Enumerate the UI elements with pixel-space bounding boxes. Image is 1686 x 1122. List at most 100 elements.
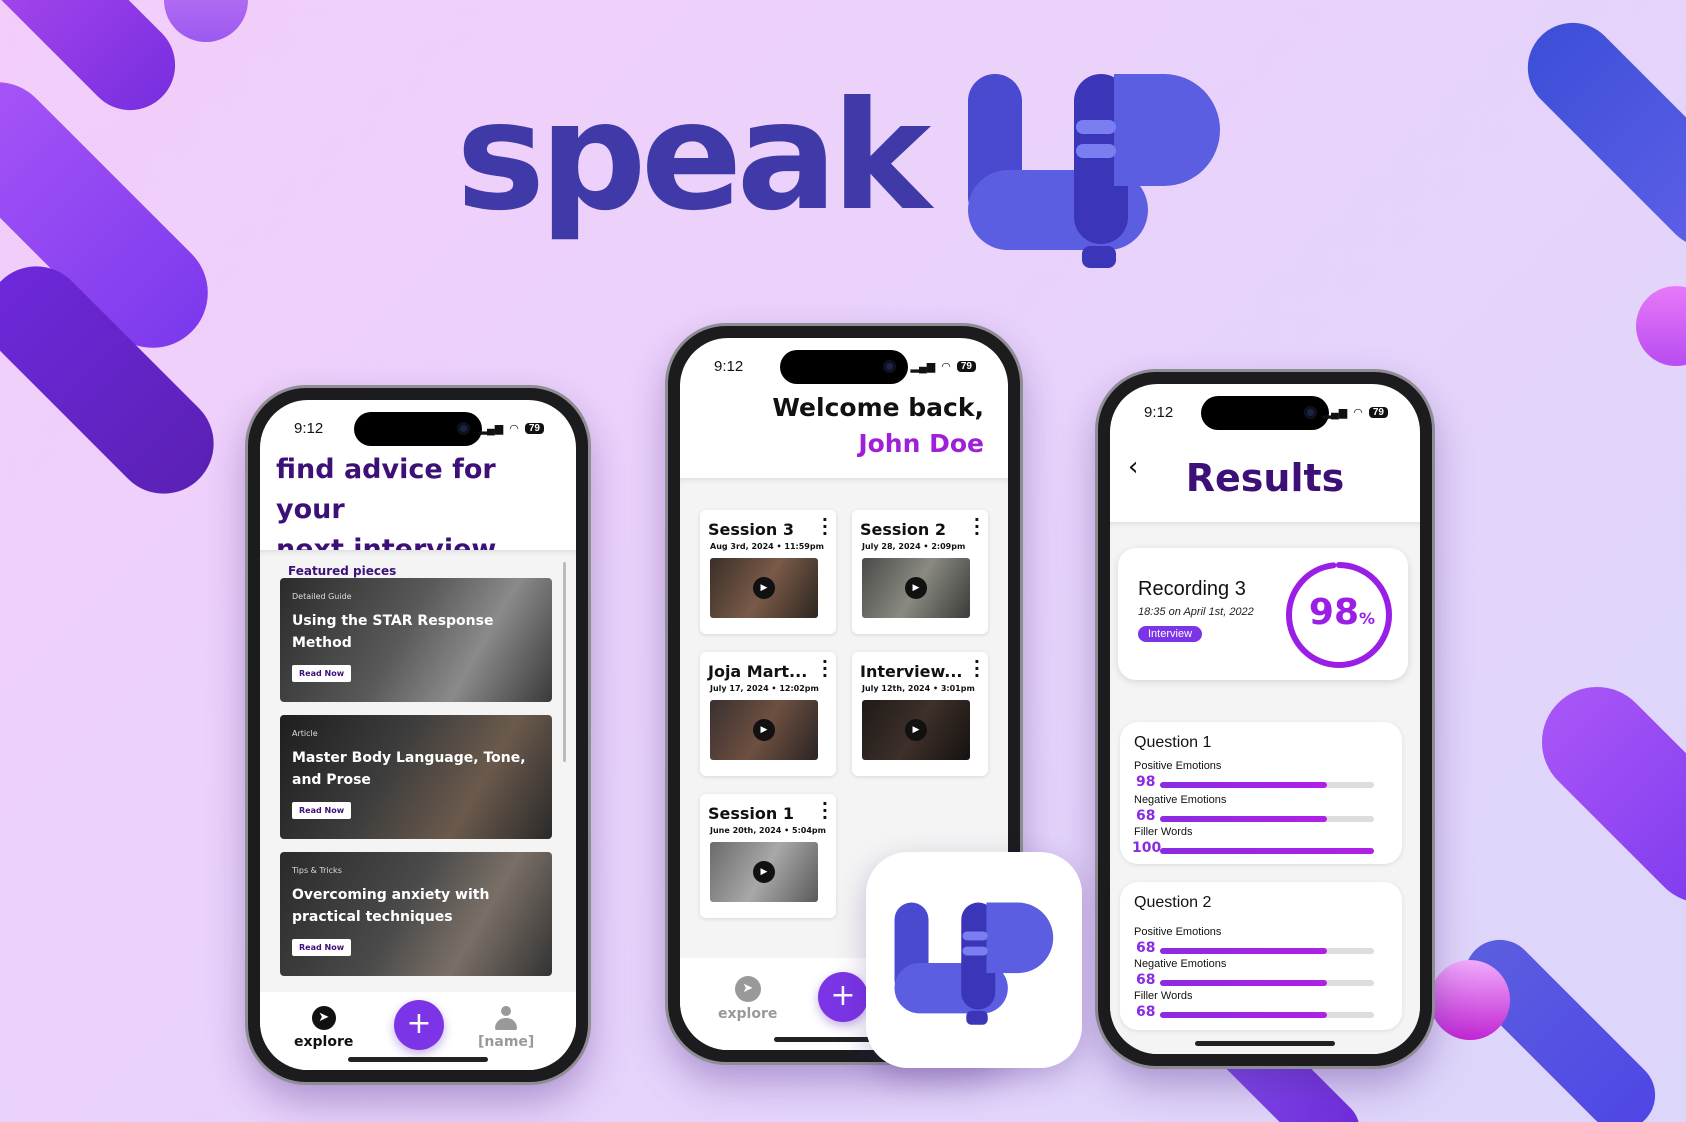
signal-icon: ▂▄▆ xyxy=(478,423,504,435)
add-session-button[interactable]: + xyxy=(394,1000,444,1050)
question-card[interactable]: Question 1 Positive Emotions 98 Negative… xyxy=(1120,722,1402,864)
scrollbar[interactable] xyxy=(563,562,566,762)
compass-icon: ➤ xyxy=(734,976,761,1002)
read-now-button[interactable]: Read Now xyxy=(292,939,352,956)
more-options-icon[interactable]: · · · xyxy=(822,512,828,542)
session-date: July 28, 2024 • 2:09pm xyxy=(862,542,966,551)
video-thumbnail[interactable]: ▶ xyxy=(710,842,818,902)
wifi-icon: ◠ xyxy=(941,361,951,373)
page-title: Results xyxy=(1185,456,1345,500)
nav-explore[interactable]: ➤ explore xyxy=(294,1006,353,1050)
home-indicator xyxy=(1195,1041,1335,1046)
video-thumbnail[interactable]: ▶ xyxy=(710,558,818,618)
more-options-icon[interactable]: · · · xyxy=(974,512,980,542)
session-card[interactable]: Session 1 · · · June 20th, 2024 • 5:04pm ▶ xyxy=(700,794,836,918)
welcome-header: Welcome back, John Doe xyxy=(772,390,984,462)
compass-icon: ➤ xyxy=(311,1006,336,1030)
logo-wordmark: speak xyxy=(456,70,931,244)
status-bar: 9:12 ▂▄▆ ◠ 79 xyxy=(1144,404,1388,421)
recording-name: Recording 3 xyxy=(1138,578,1246,600)
play-icon[interactable]: ▶ xyxy=(753,861,775,883)
battery-icon: 79 xyxy=(1368,407,1388,418)
question-title: Question 2 xyxy=(1134,894,1212,911)
phone-explore: 9:12 ▂▄▆ ◠ 79 find advice for your next … xyxy=(248,388,588,1082)
article-card-body-language[interactable]: Article Master Body Language, Tone, and … xyxy=(280,715,552,839)
nav-explore[interactable]: ➤ explore xyxy=(718,976,777,1022)
session-name: Interview... xyxy=(860,662,963,681)
recording-tag[interactable]: Interview xyxy=(1138,626,1203,642)
nav-profile[interactable]: [name] xyxy=(478,1006,534,1050)
session-name: Session 1 xyxy=(708,804,794,823)
article-kind: Article xyxy=(292,729,318,738)
session-name: Session 3 xyxy=(708,520,794,539)
read-now-button[interactable]: Read Now xyxy=(292,665,352,682)
play-icon[interactable]: ▶ xyxy=(905,577,927,599)
article-card-star[interactable]: Detailed Guide Using the STAR Response M… xyxy=(280,578,552,702)
results-screen: 9:12 ▂▄▆ ◠ 79 ‹ Results Recording 3 18:3… xyxy=(1110,384,1420,1054)
metric-positive-emotions: Positive Emotions 98 xyxy=(1134,760,1374,790)
metric-bar-fill xyxy=(1160,848,1374,854)
metric-bar-fill xyxy=(1160,816,1327,822)
more-options-icon[interactable]: · · · xyxy=(974,654,980,684)
featured-label: Featured pieces xyxy=(288,564,397,578)
session-date: July 17, 2024 • 12:02pm xyxy=(710,684,819,693)
speakup-logo: speak xyxy=(456,62,1256,272)
explore-screen: 9:12 ▂▄▆ ◠ 79 find advice for your next … xyxy=(260,400,576,1070)
session-card[interactable]: Interview... · · · July 12th, 2024 • 3:01p… xyxy=(852,652,988,776)
decor-blob-right xyxy=(1519,664,1686,926)
battery-icon: 79 xyxy=(956,361,976,372)
score-value: 98% xyxy=(1308,592,1376,633)
signal-icon: ▂▄▆ xyxy=(910,361,936,373)
status-bar: 9:12 ▂▄▆ ◠ 79 xyxy=(714,358,976,375)
article-card-anxiety[interactable]: Tips & Tricks Overcoming anxiety with pr… xyxy=(280,852,552,976)
phone-results: 9:12 ▂▄▆ ◠ 79 ‹ Results Recording 3 18:3… xyxy=(1098,372,1432,1066)
logo-up-mark xyxy=(968,74,1220,268)
featured-section: Featured pieces Detailed Guide Using the… xyxy=(260,550,576,992)
metric-negative-emotions: Negative Emotions 68 xyxy=(1134,958,1374,988)
article-title: Overcoming anxiety with practical techni… xyxy=(292,887,490,925)
home-indicator xyxy=(348,1057,488,1062)
session-date: Aug 3rd, 2024 • 11:59pm xyxy=(710,542,824,551)
metric-bar-fill xyxy=(1160,1012,1327,1018)
session-name: Session 2 xyxy=(860,520,946,539)
article-title: Master Body Language, Tone, and Prose xyxy=(292,750,526,788)
session-name: Joja Mart... xyxy=(708,662,808,681)
decor-circle-top xyxy=(164,0,248,42)
user-name: John Doe xyxy=(858,429,984,458)
article-kind: Tips & Tricks xyxy=(292,866,342,875)
metric-negative-emotions: Negative Emotions 68 xyxy=(1134,794,1374,824)
person-icon xyxy=(493,1006,519,1032)
metric-bar-fill xyxy=(1160,980,1327,986)
session-card[interactable]: Session 3 · · · Aug 3rd, 2024 • 11:59pm ▶ xyxy=(700,510,836,634)
play-icon[interactable]: ▶ xyxy=(753,719,775,741)
more-options-icon[interactable]: · · · xyxy=(822,796,828,826)
app-icon[interactable] xyxy=(866,852,1082,1068)
app-logo-icon xyxy=(894,902,1054,1025)
recording-summary-card[interactable]: Recording 3 18:35 on April 1st, 2022 Int… xyxy=(1118,548,1408,680)
video-thumbnail[interactable]: ▶ xyxy=(710,700,818,760)
play-icon[interactable]: ▶ xyxy=(905,719,927,741)
read-now-button[interactable]: Read Now xyxy=(292,802,352,819)
status-time: 9:12 xyxy=(1144,404,1174,421)
question-card[interactable]: Question 2 Positive Emotions 68 Negative… xyxy=(1120,882,1402,1030)
greeting: Welcome back, xyxy=(772,393,984,422)
decor-circle-right xyxy=(1636,286,1686,366)
wifi-icon: ◠ xyxy=(509,423,519,435)
status-bar: 9:12 ▂▄▆ ◠ 79 xyxy=(294,420,544,437)
session-date: July 12th, 2024 • 3:01pm xyxy=(862,684,975,693)
question-title: Question 1 xyxy=(1134,734,1212,751)
session-card[interactable]: Joja Mart... · · · July 17, 2024 • 12:02pm… xyxy=(700,652,836,776)
metric-bar-fill xyxy=(1160,782,1327,788)
session-card[interactable]: Session 2 · · · July 28, 2024 • 2:09pm ▶ xyxy=(852,510,988,634)
play-icon[interactable]: ▶ xyxy=(753,577,775,599)
metric-positive-emotions: Positive Emotions 68 xyxy=(1134,926,1374,956)
video-thumbnail[interactable]: ▶ xyxy=(862,700,970,760)
decor-blob-topright xyxy=(1509,4,1686,266)
more-options-icon[interactable]: · · · xyxy=(822,654,828,684)
add-session-button[interactable]: + xyxy=(818,972,868,1022)
decor-circle-bottomright xyxy=(1430,960,1510,1040)
video-thumbnail[interactable]: ▶ xyxy=(862,558,970,618)
recording-timestamp: 18:35 on April 1st, 2022 xyxy=(1138,606,1254,618)
bottom-nav: ➤ explore + [name] xyxy=(260,992,576,1070)
metric-filler-words: Filler Words 100 xyxy=(1132,826,1374,856)
